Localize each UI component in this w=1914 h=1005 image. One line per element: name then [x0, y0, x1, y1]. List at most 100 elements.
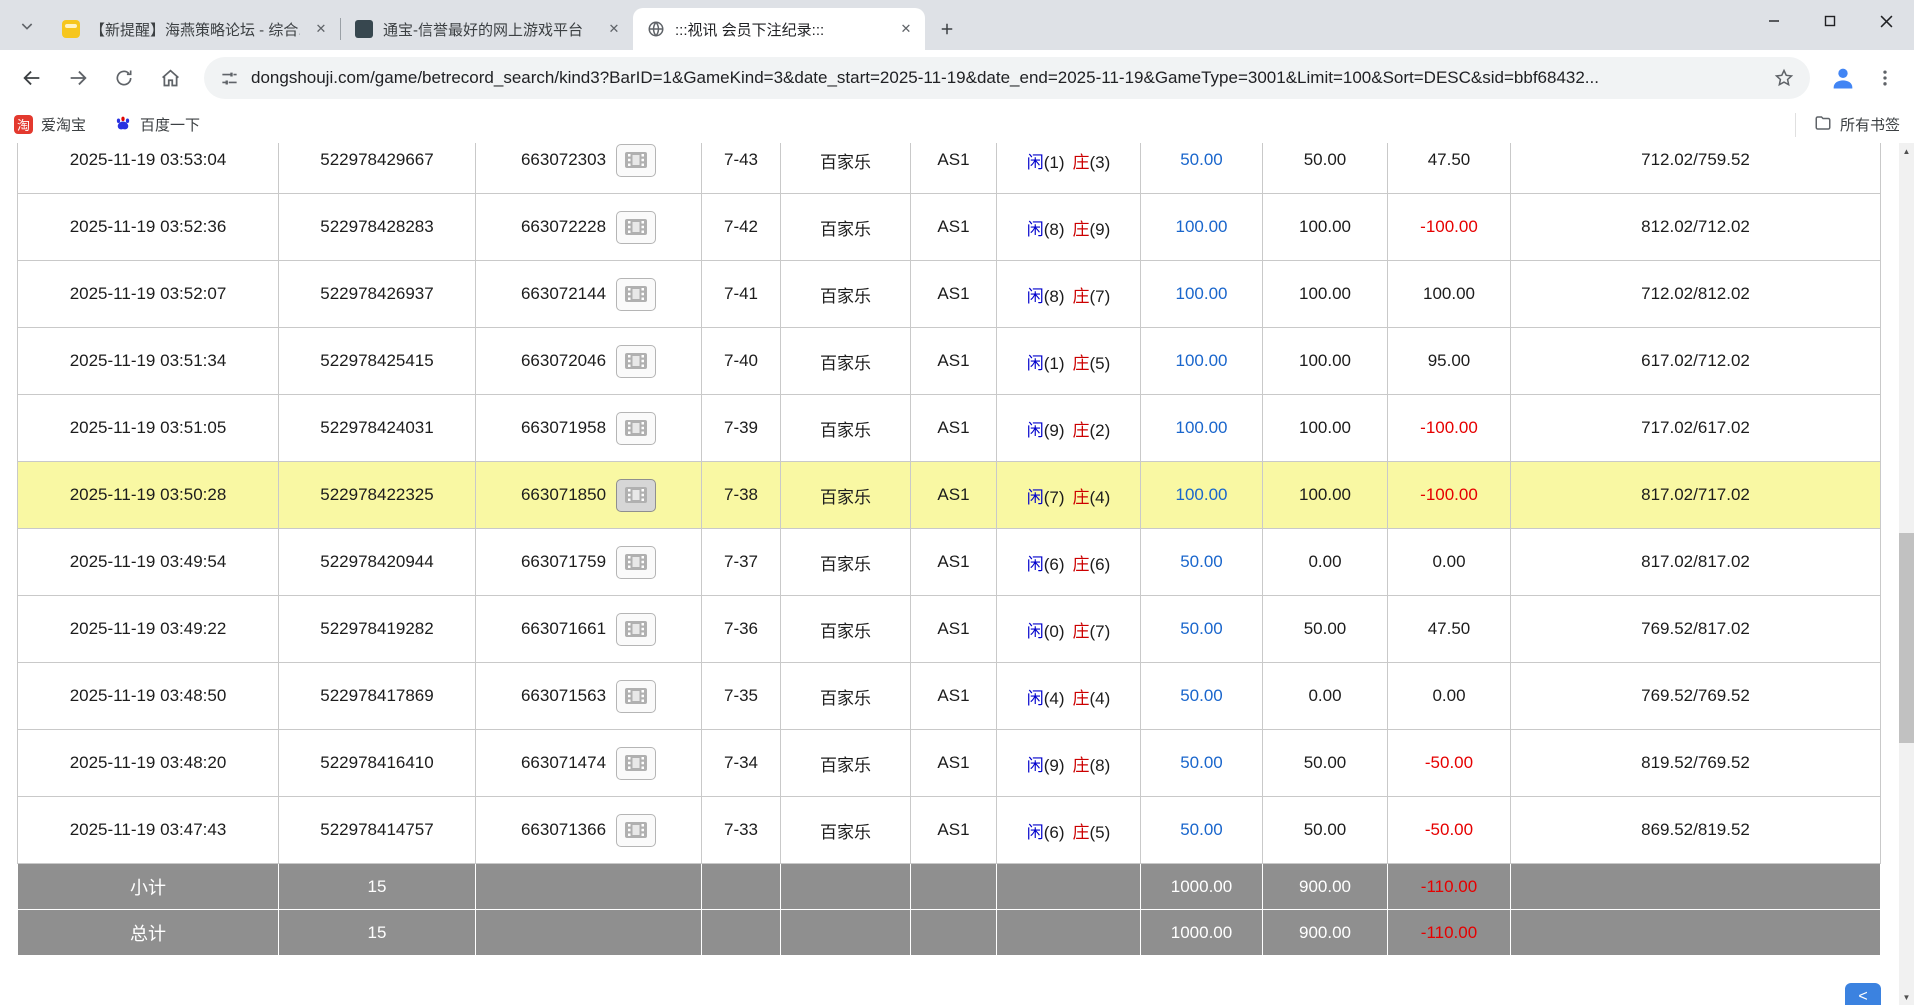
summary-count: 15	[279, 910, 476, 956]
replay-video-button[interactable]	[616, 546, 656, 579]
cell-bet-id: 522978428283	[279, 194, 476, 261]
cell-round-number: 7-37	[702, 529, 781, 596]
back-button[interactable]	[12, 58, 52, 98]
cell-bet-amount[interactable]: 100.00	[1141, 395, 1263, 462]
bookmark-star-icon[interactable]	[1774, 68, 1794, 88]
film-icon	[625, 152, 647, 168]
replay-video-button[interactable]	[616, 747, 656, 780]
all-bookmarks-button[interactable]: 所有书签	[1795, 113, 1900, 137]
table-row: 2025-11-19 03:52:07 522978426937 6630721…	[18, 261, 1881, 328]
bet-record-table: 2025-11-19 03:53:04 522978429667 6630723…	[17, 143, 1881, 956]
summary-label: 总计	[18, 910, 279, 956]
cell-result: 闲(4)庄(4)	[997, 663, 1141, 730]
folder-icon	[1814, 114, 1832, 136]
cell-bet-amount[interactable]: 100.00	[1141, 194, 1263, 261]
replay-video-button[interactable]	[616, 613, 656, 646]
cell-bet-amount[interactable]: 100.00	[1141, 462, 1263, 529]
cell-win-loss: 100.00	[1388, 261, 1511, 328]
bookmark-baidu[interactable]: 百度一下	[114, 114, 200, 136]
browser-menu-icon[interactable]	[1868, 59, 1902, 97]
cell-table-name: AS1	[911, 462, 997, 529]
replay-video-button[interactable]	[616, 144, 656, 177]
scrollbar-up-arrow-icon[interactable]: ▲	[1899, 143, 1914, 159]
cell-valid-amount: 100.00	[1263, 261, 1388, 328]
maximize-button[interactable]	[1802, 0, 1858, 42]
result-banker-label: 庄	[1073, 220, 1090, 239]
replay-video-button[interactable]	[616, 345, 656, 378]
cell-win-loss: -50.00	[1388, 797, 1511, 864]
url-text[interactable]: dongshouji.com/game/betrecord_search/kin…	[251, 68, 1762, 88]
cell-bet-id: 522978420944	[279, 529, 476, 596]
tab-forum[interactable]: 【新提醒】海燕策略论坛 - 综合... ✕	[48, 8, 340, 50]
floating-back-button[interactable]: <	[1845, 983, 1881, 1005]
replay-video-button[interactable]	[616, 211, 656, 244]
tab-close-icon[interactable]: ✕	[895, 18, 917, 40]
cell-win-loss: 47.50	[1388, 143, 1511, 194]
bet-table-body: 2025-11-19 03:53:04 522978429667 6630723…	[18, 143, 1881, 956]
cell-round-number: 7-38	[702, 462, 781, 529]
cell-bet-amount[interactable]: 50.00	[1141, 663, 1263, 730]
cell-round-id: 663072303	[476, 143, 702, 194]
tab-close-icon[interactable]: ✕	[603, 18, 625, 40]
cell-balance: 717.02/617.02	[1511, 395, 1881, 462]
vertical-scrollbar[interactable]: ▲ ▼	[1899, 143, 1914, 1005]
profile-avatar[interactable]	[1824, 59, 1862, 97]
result-banker-label: 庄	[1073, 622, 1090, 641]
result-player-count: (1)	[1044, 153, 1065, 172]
cell-bet-amount[interactable]: 50.00	[1141, 596, 1263, 663]
result-player-label: 闲	[1027, 153, 1044, 172]
new-tab-button[interactable]	[931, 13, 963, 45]
minimize-button[interactable]	[1746, 0, 1802, 42]
tab-bet-records-active[interactable]: :::视讯 会员下注纪录::: ✕	[633, 8, 925, 50]
replay-video-button[interactable]	[616, 412, 656, 445]
replay-video-button[interactable]	[616, 814, 656, 847]
cell-bet-time: 2025-11-19 03:49:22	[18, 596, 279, 663]
cell-bet-amount[interactable]: 50.00	[1141, 730, 1263, 797]
cell-bet-time: 2025-11-19 03:51:05	[18, 395, 279, 462]
cell-bet-time: 2025-11-19 03:48:50	[18, 663, 279, 730]
tab-tongbao[interactable]: 通宝-信誉最好的网上游戏平台 ✕	[341, 8, 633, 50]
cell-table-name: AS1	[911, 663, 997, 730]
cell-round-id: 663071474	[476, 730, 702, 797]
cell-result: 闲(8)庄(7)	[997, 261, 1141, 328]
cell-round-number: 7-42	[702, 194, 781, 261]
cell-bet-amount[interactable]: 100.00	[1141, 328, 1263, 395]
scrollbar-thumb[interactable]	[1899, 533, 1914, 743]
table-row: 2025-11-19 03:50:28 522978422325 6630718…	[18, 462, 1881, 529]
cell-bet-amount[interactable]: 50.00	[1141, 143, 1263, 194]
tongbao-favicon-icon	[355, 20, 373, 38]
scrollbar-down-arrow-icon[interactable]: ▼	[1899, 989, 1914, 1005]
bookmark-taobao[interactable]: 淘 爱淘宝	[14, 114, 86, 135]
cell-result: 闲(0)庄(7)	[997, 596, 1141, 663]
cell-game-type: 百家乐	[781, 529, 911, 596]
cell-round-number: 7-41	[702, 261, 781, 328]
cell-bet-amount[interactable]: 100.00	[1141, 261, 1263, 328]
cell-bet-amount[interactable]: 50.00	[1141, 797, 1263, 864]
tab-search-chevron-icon[interactable]	[10, 9, 44, 43]
cell-win-loss: -50.00	[1388, 730, 1511, 797]
cell-result: 闲(9)庄(2)	[997, 395, 1141, 462]
cell-bet-id: 522978429667	[279, 143, 476, 194]
cell-bet-time: 2025-11-19 03:52:07	[18, 261, 279, 328]
refresh-button[interactable]	[104, 58, 144, 98]
film-icon	[625, 219, 647, 235]
site-settings-tune-icon[interactable]	[220, 69, 239, 88]
film-icon	[625, 554, 647, 570]
result-player-label: 闲	[1027, 354, 1044, 373]
cell-win-loss: 95.00	[1388, 328, 1511, 395]
bookmark-label: 爱淘宝	[41, 114, 86, 135]
replay-video-button[interactable]	[616, 479, 656, 512]
home-button[interactable]	[150, 58, 190, 98]
replay-video-button[interactable]	[616, 278, 656, 311]
tab-strip: 【新提醒】海燕策略论坛 - 综合... ✕ 通宝-信誉最好的网上游戏平台 ✕ :…	[0, 0, 1914, 50]
close-window-button[interactable]	[1858, 0, 1914, 42]
forward-button[interactable]	[58, 58, 98, 98]
cell-round-id: 663071759	[476, 529, 702, 596]
replay-video-button[interactable]	[616, 680, 656, 713]
round-id-text: 663071474	[521, 753, 606, 773]
cell-valid-amount: 50.00	[1263, 143, 1388, 194]
cell-round-id: 663072046	[476, 328, 702, 395]
address-bar[interactable]: dongshouji.com/game/betrecord_search/kin…	[204, 57, 1810, 99]
tab-close-icon[interactable]: ✕	[310, 18, 332, 40]
cell-bet-amount[interactable]: 50.00	[1141, 529, 1263, 596]
